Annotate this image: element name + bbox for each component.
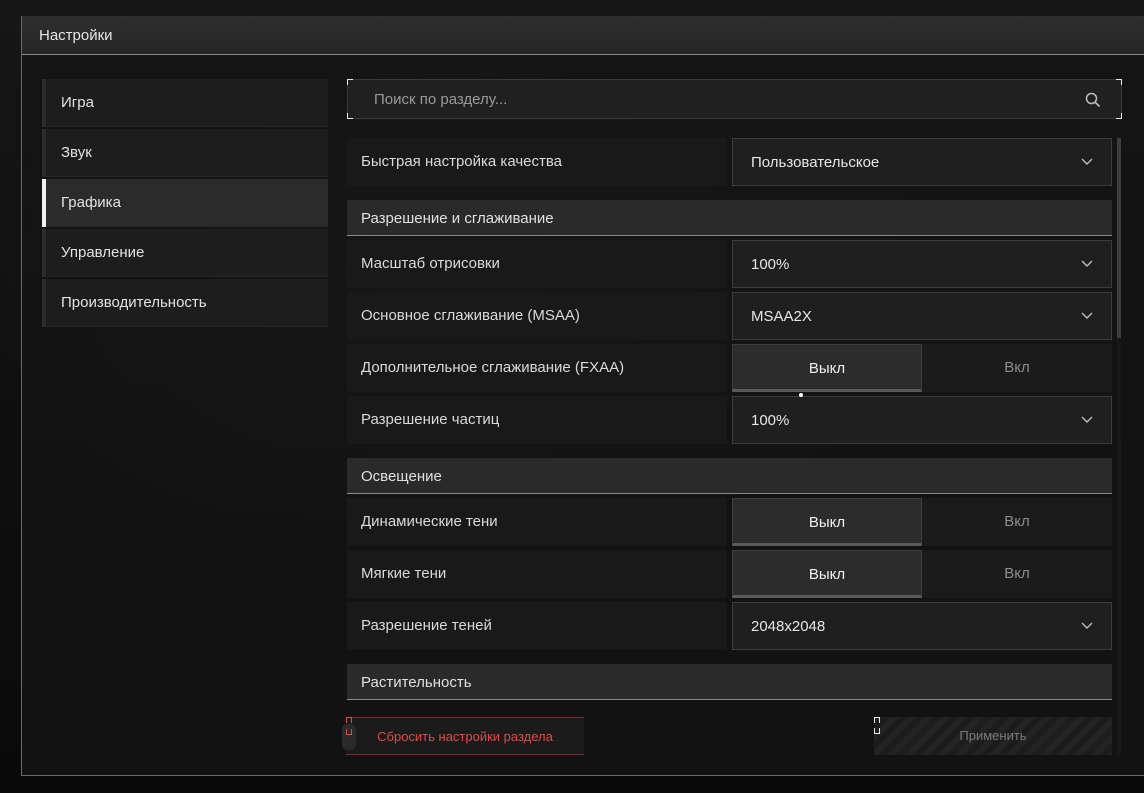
chevron-down-icon — [1081, 312, 1093, 319]
sidebar-item-performance[interactable]: Производительность — [42, 279, 328, 327]
sidebar-item-game[interactable]: Игра — [42, 79, 328, 127]
toggle-option-on[interactable]: Вкл — [922, 550, 1112, 598]
fxaa-toggle: Выкл Вкл — [732, 344, 1112, 392]
setting-row-soft-shadows: Мягкие тени Выкл Вкл — [347, 550, 1112, 598]
toggle-option-off[interactable]: Выкл — [732, 498, 922, 546]
frame-corner — [1116, 79, 1122, 85]
settings-window: Настройки Игра Звук Графика Управление П… — [21, 16, 1144, 776]
dropdown-value: 100% — [751, 256, 790, 273]
toggle-option-on[interactable]: Вкл — [922, 498, 1112, 546]
search-icon[interactable] — [1085, 92, 1101, 108]
toggle-option-off[interactable]: Выкл — [732, 344, 922, 392]
toggle-option-on[interactable]: Вкл — [922, 344, 1112, 392]
setting-label-text: Разрешение теней — [361, 617, 492, 634]
sidebar-item-label: Производительность — [61, 294, 207, 311]
frame-corner — [1116, 113, 1122, 119]
window-titlebar: Настройки — [22, 16, 1144, 55]
mouse-cursor — [799, 393, 803, 397]
dropdown-value: 100% — [751, 412, 790, 429]
search-input[interactable] — [374, 88, 1054, 110]
quality-dropdown[interactable]: Пользовательское — [732, 138, 1112, 186]
apply-button[interactable]: Применить — [874, 717, 1112, 755]
setting-row-quality: Быстрая настройка качества Пользовательс… — [347, 138, 1112, 186]
setting-label: Масштаб отрисовки — [347, 240, 727, 288]
setting-label-text: Динамические тени — [361, 513, 498, 530]
frame-corner — [347, 79, 353, 85]
dynamic-shadows-toggle: Выкл Вкл — [732, 498, 1112, 546]
setting-row-fxaa: Дополнительное сглаживание (FXAA) Выкл В… — [347, 344, 1112, 392]
shadow-resolution-dropdown[interactable]: 2048x2048 — [732, 602, 1112, 650]
sidebar-item-graphics[interactable]: Графика — [42, 179, 328, 227]
setting-label-text: Дополнительное сглаживание (FXAA) — [361, 359, 625, 376]
setting-label: Основное сглаживание (MSAA) — [347, 292, 727, 340]
button-label: Сбросить настройки раздела — [377, 729, 553, 744]
sidebar-item-sound[interactable]: Звук — [42, 129, 328, 177]
sidebar-item-label: Графика — [61, 194, 121, 211]
sidebar-item-controls[interactable]: Управление — [42, 229, 328, 277]
frame-corner — [346, 717, 352, 723]
setting-label-text: Мягкие тени — [361, 565, 447, 582]
dropdown-value: 2048x2048 — [751, 618, 826, 635]
render-scale-dropdown[interactable]: 100% — [732, 240, 1112, 288]
setting-row-particle-resolution: Разрешение частиц 100% — [347, 396, 1112, 444]
dropdown-value: Пользовательское — [751, 154, 880, 171]
scrollbar-thumb[interactable] — [1117, 138, 1121, 338]
setting-row-shadow-resolution: Разрешение теней 2048x2048 — [347, 602, 1112, 650]
setting-label-text: Разрешение частиц — [361, 411, 500, 428]
chevron-down-icon — [1081, 158, 1093, 165]
msaa-dropdown[interactable]: MSAA2X — [732, 292, 1112, 340]
frame-corner — [347, 113, 353, 119]
setting-label: Мягкие тени — [347, 550, 727, 598]
frame-corner — [874, 717, 880, 723]
section-header-resolution: Разрешение и сглаживание — [347, 200, 1112, 236]
toggle-option-off[interactable]: Выкл — [732, 550, 922, 598]
dropdown-value: MSAA2X — [751, 308, 812, 325]
soft-shadows-toggle: Выкл Вкл — [732, 550, 1112, 598]
setting-label: Быстрая настройка качества — [347, 138, 727, 186]
chevron-down-icon — [1081, 416, 1093, 423]
particle-resolution-dropdown[interactable]: 100% — [732, 396, 1112, 444]
section-header-lighting: Освещение — [347, 458, 1112, 494]
reset-section-button[interactable]: Сбросить настройки раздела — [342, 717, 584, 755]
chevron-down-icon — [1081, 622, 1093, 629]
setting-row-msaa: Основное сглаживание (MSAA) MSAA2X — [347, 292, 1112, 340]
setting-row-dynamic-shadows: Динамические тени Выкл Вкл — [347, 498, 1112, 546]
setting-label: Дополнительное сглаживание (FXAA) — [347, 344, 727, 392]
setting-label: Разрешение частиц — [347, 396, 727, 444]
setting-label: Динамические тени — [347, 498, 727, 546]
section-header-vegetation: Растительность — [347, 664, 1112, 700]
section-title: Растительность — [361, 674, 472, 691]
section-title: Освещение — [361, 468, 442, 485]
settings-sidebar: Игра Звук Графика Управление Производите… — [42, 79, 328, 329]
chevron-down-icon — [1081, 260, 1093, 267]
button-label: Применить — [959, 728, 1027, 743]
setting-label-text: Основное сглаживание (MSAA) — [361, 307, 580, 324]
setting-label-text: Быстрая настройка качества — [361, 153, 563, 170]
sidebar-item-label: Звук — [61, 144, 92, 161]
sidebar-item-label: Управление — [61, 244, 145, 261]
sidebar-item-label: Игра — [61, 94, 94, 111]
setting-label-text: Масштаб отрисовки — [361, 255, 500, 272]
search-box — [347, 79, 1122, 119]
section-title: Разрешение и сглаживание — [361, 210, 554, 227]
setting-label: Разрешение теней — [347, 602, 727, 650]
window-title: Настройки — [39, 27, 113, 44]
setting-row-render-scale: Масштаб отрисовки 100% — [347, 240, 1112, 288]
